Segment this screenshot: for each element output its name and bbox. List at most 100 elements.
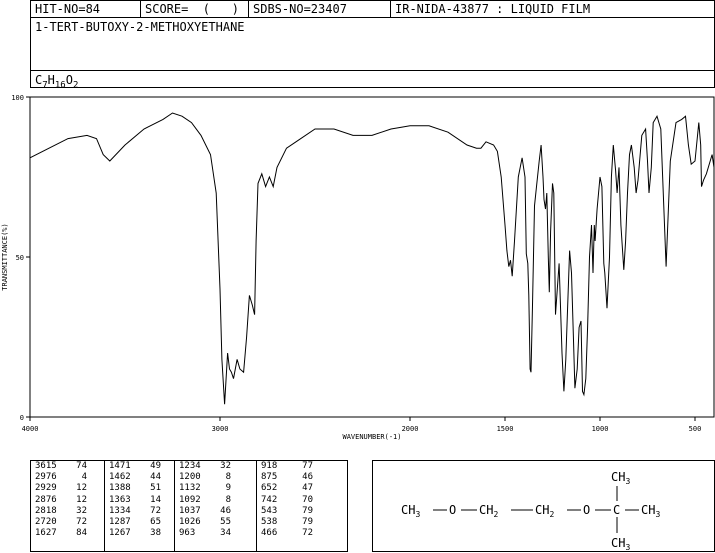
peak-wavenumber: 1287 — [109, 516, 131, 527]
peak-transmittance: 72 — [302, 528, 313, 539]
peak-wavenumber: 1267 — [109, 528, 131, 539]
peak-transmittance: 12 — [76, 494, 87, 505]
ir-spectrum-chart: 4000 3000 2000 1500 1000 500 0 50 100 WAVENUMBE… — [1, 94, 715, 441]
peak-table-row: 1234 32 — [175, 461, 256, 472]
x-axis-label: WAVENUMBER(-1) — [342, 433, 401, 441]
peak-wavenumber: 918 — [261, 461, 278, 471]
x-tick-label: 3000 — [212, 425, 229, 433]
structure-box: CH3 O CH2 CH2 O C CH3 CH3 CH3 — [372, 460, 715, 552]
peak-table-row: 963 34 — [175, 528, 256, 539]
peak-table-row: 2876 12 — [31, 495, 104, 506]
peak-wavenumber: 1388 — [109, 483, 131, 494]
peak-transmittance: 84 — [76, 528, 87, 539]
peak-transmittance: 44 — [150, 472, 161, 483]
peak-wavenumber: 1471 — [109, 461, 131, 471]
peak-transmittance: 32 — [220, 461, 231, 471]
peak-wavenumber: 1234 — [179, 461, 201, 471]
structure-diagram: CH3 O CH2 CH2 O C CH3 CH3 CH3 — [401, 470, 660, 551]
peak-transmittance: 12 — [76, 483, 87, 494]
peak-wavenumber: 1462 — [109, 472, 131, 483]
peak-table-row: 1267 38 — [105, 528, 174, 539]
peak-wavenumber: 1132 — [179, 483, 201, 494]
atom-ch3-right: CH3 — [641, 503, 660, 519]
atom-o2: O — [583, 503, 590, 517]
peak-wavenumber: 1334 — [109, 505, 131, 516]
peak-table-row: 1471 49 — [105, 461, 174, 472]
peak-table-row: 3615 74 — [31, 461, 104, 472]
peak-table-row: 1037 46 — [175, 506, 256, 517]
x-tick-label: 1500 — [497, 425, 514, 433]
x-tick-label: 4000 — [22, 425, 39, 433]
peak-transmittance: 74 — [76, 461, 87, 471]
peak-wavenumber: 2720 — [35, 516, 57, 527]
peak-transmittance: 46 — [220, 505, 231, 516]
peak-table-row: 543 79 — [257, 506, 349, 517]
peak-table-row: 1627 84 — [31, 528, 104, 539]
peak-transmittance: 77 — [302, 461, 313, 471]
y-axis-ticks: 0 50 100 — [11, 94, 30, 422]
peak-transmittance: 72 — [76, 516, 87, 527]
peak-table: 3615 74 2976 4 2929 12 2876 12 2818 32 2720 72 1627 8… — [30, 460, 348, 552]
atom-ch2-a: CH2 — [479, 503, 498, 519]
peak-transmittance: 79 — [302, 516, 313, 527]
peak-table-row: 2976 4 — [31, 472, 104, 483]
peak-table-column: 1234 32 1200 8 1132 9 1092 8 1037 46 1026 55 963 34 — [175, 461, 257, 551]
y-tick-label: 0 — [20, 414, 24, 422]
y-tick-label: 100 — [11, 94, 24, 102]
peak-wavenumber: 963 — [179, 528, 196, 539]
peak-table-row: 1334 72 — [105, 506, 174, 517]
peak-wavenumber: 1026 — [179, 516, 201, 527]
atom-o1: O — [449, 503, 456, 517]
peak-transmittance: 38 — [150, 528, 161, 539]
atom-ch3-top: CH3 — [611, 470, 630, 486]
peak-table-row: 2818 32 — [31, 506, 104, 517]
peak-wavenumber: 875 — [261, 472, 278, 483]
peak-transmittance: 72 — [150, 505, 161, 516]
peak-wavenumber: 742 — [261, 494, 278, 505]
peak-table-row: 2720 72 — [31, 517, 104, 528]
peak-transmittance: 32 — [76, 505, 87, 516]
peak-table-row: 1363 14 — [105, 495, 174, 506]
peak-table-row: 742 70 — [257, 495, 349, 506]
peak-table-row: 1026 55 — [175, 517, 256, 528]
peak-transmittance: 14 — [150, 494, 161, 505]
peak-wavenumber: 2876 — [35, 494, 57, 505]
peak-transmittance: 8 — [225, 494, 231, 505]
peak-wavenumber: 466 — [261, 528, 278, 539]
peak-table-row: 466 72 — [257, 528, 349, 539]
peak-transmittance: 49 — [150, 461, 161, 471]
peak-transmittance: 34 — [220, 528, 231, 539]
peak-table-column: 3615 74 2976 4 2929 12 2876 12 2818 32 2720 72 1627 8… — [31, 461, 105, 551]
atom-ch2-b: CH2 — [535, 503, 554, 519]
x-tick-label: 2000 — [402, 425, 419, 433]
peak-table-row: 652 47 — [257, 483, 349, 494]
atom-c-quaternary: C — [613, 503, 620, 517]
peak-wavenumber: 652 — [261, 483, 278, 494]
peak-table-row: 1388 51 — [105, 483, 174, 494]
peak-transmittance: 55 — [220, 516, 231, 527]
peak-wavenumber: 1037 — [179, 505, 201, 516]
x-axis-ticks: 4000 3000 2000 1500 1000 500 — [22, 417, 702, 433]
spectrum-line — [29, 112, 715, 405]
peak-transmittance: 47 — [302, 483, 313, 494]
peak-wavenumber: 1092 — [179, 494, 201, 505]
y-axis-label: TRANSMITTANCE(%) — [1, 223, 9, 290]
peak-transmittance: 65 — [150, 516, 161, 527]
peak-table-column: 1471 49 1462 44 1388 51 1363 14 1334 72 1287 65 1267… — [105, 461, 175, 551]
peak-wavenumber: 3615 — [35, 461, 57, 471]
x-tick-label: 500 — [689, 425, 702, 433]
peak-table-row: 1132 9 — [175, 483, 256, 494]
peak-table-row: 538 79 — [257, 517, 349, 528]
peak-wavenumber: 1363 — [109, 494, 131, 505]
peak-table-row: 1462 44 — [105, 472, 174, 483]
peak-wavenumber: 1200 — [179, 472, 201, 483]
peak-transmittance: 70 — [302, 494, 313, 505]
peak-wavenumber: 538 — [261, 516, 278, 527]
peak-table-row: 2929 12 — [31, 483, 104, 494]
peak-table-row: 1200 8 — [175, 472, 256, 483]
peak-wavenumber: 543 — [261, 505, 278, 516]
peak-transmittance: 9 — [225, 483, 231, 494]
atom-ch3-bottom: CH3 — [611, 536, 630, 551]
peak-transmittance: 46 — [302, 472, 313, 483]
peak-transmittance: 51 — [150, 483, 161, 494]
